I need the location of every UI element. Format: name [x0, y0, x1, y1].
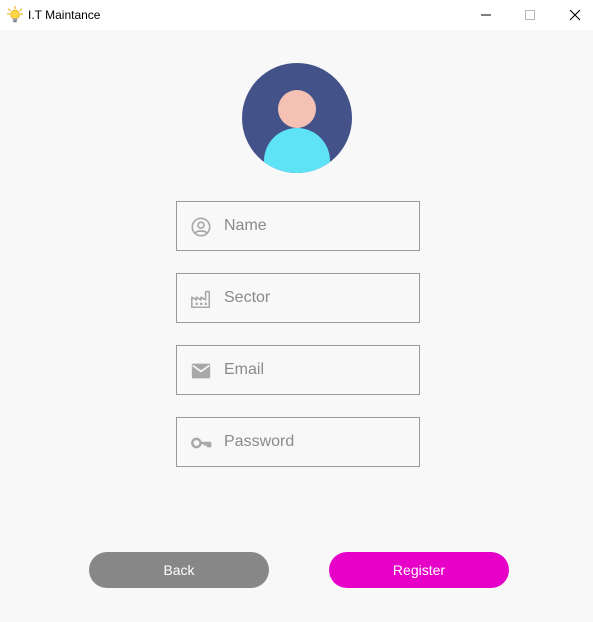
email-field[interactable] [176, 345, 420, 395]
minimize-button[interactable] [463, 0, 509, 30]
back-button[interactable]: Back [89, 552, 269, 588]
email-input[interactable] [224, 346, 414, 394]
factory-icon [191, 290, 211, 309]
close-icon [569, 9, 581, 21]
minimize-icon [481, 14, 491, 16]
password-input[interactable] [224, 418, 414, 466]
back-button-label: Back [163, 562, 195, 578]
register-button[interactable]: Register [329, 552, 509, 588]
name-input[interactable] [224, 202, 414, 250]
register-button-label: Register [392, 562, 446, 578]
sector-field[interactable] [176, 273, 420, 323]
sector-input[interactable] [224, 274, 414, 322]
window-title: I.T Maintance [28, 8, 101, 22]
user-avatar-icon [242, 63, 352, 173]
app-window: I.T Maintance Name Sector Email Back Reg… [0, 0, 593, 622]
maximize-button[interactable] [507, 0, 553, 30]
maximize-icon [525, 10, 535, 20]
password-field[interactable] [176, 417, 420, 467]
mail-icon [191, 363, 211, 379]
key-icon [191, 437, 212, 449]
title-bar[interactable]: I.T Maintance [0, 0, 593, 30]
user-circle-icon [191, 217, 211, 237]
close-button[interactable] [552, 0, 593, 30]
name-field[interactable] [176, 201, 420, 251]
lightbulb-icon [7, 6, 23, 23]
